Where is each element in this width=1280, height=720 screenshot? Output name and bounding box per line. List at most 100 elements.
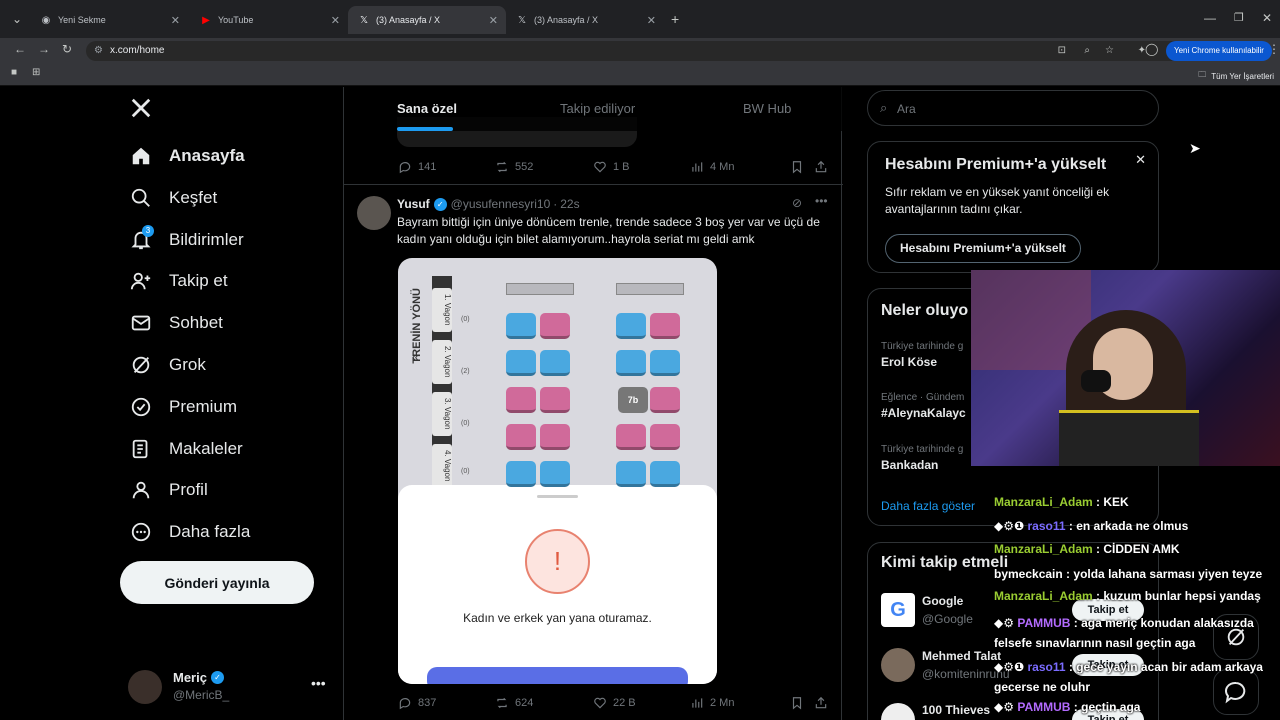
- seat[interactable]: [506, 461, 536, 487]
- bookmark-button[interactable]: [790, 160, 810, 174]
- like-button[interactable]: 1 B: [593, 160, 630, 174]
- bookmark-app-icon[interactable]: ■: [11, 67, 17, 78]
- address-bar[interactable]: ⚙ x.com/home ⊡ ⌕ ☆ ✦ ≡: [86, 41, 1186, 61]
- all-bookmarks-button[interactable]: 🗀 Tüm Yer İşaretleri: [1198, 69, 1274, 83]
- share-button[interactable]: [814, 696, 834, 710]
- seat[interactable]: [540, 350, 570, 376]
- close-icon[interactable]: ✕: [331, 14, 340, 27]
- seat[interactable]: [540, 424, 570, 450]
- repost-button[interactable]: 552: [495, 160, 533, 174]
- tab-search-icon[interactable]: ⌄: [12, 12, 22, 26]
- seat[interactable]: [650, 350, 680, 376]
- seat-7b[interactable]: 7b: [618, 387, 648, 413]
- repost-button[interactable]: 624: [495, 696, 533, 710]
- seat[interactable]: [616, 350, 646, 376]
- suggestion-name[interactable]: Google: [922, 594, 963, 608]
- tab-following[interactable]: Takip ediliyor: [560, 101, 635, 116]
- close-icon[interactable]: ✕: [171, 14, 180, 27]
- show-more-link[interactable]: Daha fazla göster: [881, 499, 975, 513]
- wagon-2[interactable]: 2. Vagon: [432, 340, 452, 384]
- nav-item-home[interactable]: Anasayfa: [130, 142, 245, 170]
- seat[interactable]: [540, 387, 570, 413]
- nav-item-profile[interactable]: Profil: [130, 476, 208, 504]
- reload-icon[interactable]: ↻: [62, 42, 72, 56]
- share-button[interactable]: [814, 160, 834, 174]
- drag-handle[interactable]: [537, 495, 578, 498]
- close-icon[interactable]: ✕: [489, 14, 498, 27]
- trend-item[interactable]: Türkiye tarihinde g Erol Köse: [881, 341, 963, 369]
- x-logo-icon[interactable]: [130, 97, 152, 124]
- update-chrome-button[interactable]: Yeni Chrome kullanılabilir: [1166, 41, 1272, 61]
- post-author-handle[interactable]: @yusufennesyri10: [451, 197, 551, 211]
- nav-item-explore[interactable]: Keşfet: [130, 184, 217, 212]
- apps-grid-icon[interactable]: ⊞: [32, 67, 40, 78]
- trend-item[interactable]: Türkiye tarihinde g Bankadan: [881, 444, 963, 472]
- kebab-menu-icon[interactable]: ⋮: [1268, 42, 1280, 56]
- suggestion-name[interactable]: 100 Thieves: [922, 703, 990, 717]
- dialog-ok-button[interactable]: [427, 667, 688, 684]
- tab-youtube[interactable]: ▶ YouTube ✕: [190, 6, 348, 34]
- seat[interactable]: [616, 424, 646, 450]
- tab-x-home-active[interactable]: 𝕏 (3) Anasayfa / X ✕: [348, 6, 506, 34]
- seat[interactable]: [650, 424, 680, 450]
- seat[interactable]: [616, 461, 646, 487]
- seat[interactable]: [506, 424, 536, 450]
- seat[interactable]: [540, 313, 570, 339]
- seat[interactable]: [506, 350, 536, 376]
- forward-arrow-icon[interactable]: →: [38, 42, 50, 56]
- views-button[interactable]: 2 Mn: [690, 696, 734, 710]
- bookmark-star-icon[interactable]: ☆: [1105, 41, 1114, 61]
- window-close-icon[interactable]: ✕: [1262, 11, 1272, 25]
- views-button[interactable]: 4 Mn: [690, 160, 734, 174]
- nav-item-messages[interactable]: Sohbet: [130, 309, 223, 337]
- bookmark-button[interactable]: [790, 696, 810, 710]
- minimize-icon[interactable]: —: [1204, 11, 1216, 25]
- restore-icon[interactable]: ❐: [1234, 11, 1244, 24]
- premium-upgrade-button[interactable]: Hesabını Premium+'a yükselt: [885, 234, 1081, 263]
- install-app-icon[interactable]: ⊡: [1058, 41, 1066, 61]
- seat[interactable]: [616, 313, 646, 339]
- new-tab-plus-icon[interactable]: +: [671, 11, 679, 27]
- google-logo-icon[interactable]: G: [881, 593, 915, 627]
- tab-for-you[interactable]: Sana özel: [397, 101, 457, 116]
- avatar[interactable]: [881, 648, 915, 682]
- nav-item-premium[interactable]: Premium: [130, 393, 237, 421]
- close-icon[interactable]: ✕: [647, 14, 656, 27]
- back-arrow-icon[interactable]: ←: [14, 42, 26, 56]
- seat[interactable]: [650, 387, 680, 413]
- seat[interactable]: [650, 313, 680, 339]
- seat[interactable]: [506, 313, 536, 339]
- wagon-1[interactable]: 1. Vagon: [432, 288, 452, 332]
- seat[interactable]: [540, 461, 570, 487]
- avatar[interactable]: [881, 703, 915, 720]
- nav-item-more[interactable]: Daha fazla: [130, 518, 250, 546]
- reply-button[interactable]: 837: [398, 696, 436, 710]
- zoom-icon[interactable]: ⌕: [1084, 41, 1090, 61]
- suggestion-name[interactable]: Mehmed Talat: [922, 649, 1001, 663]
- nav-item-notifications[interactable]: 3 Bildirimler: [130, 225, 244, 254]
- post-author-name[interactable]: Yusuf: [397, 197, 430, 211]
- post-avatar[interactable]: [357, 196, 391, 230]
- nav-item-articles[interactable]: Makaleler: [130, 435, 243, 463]
- tab-bw-hub[interactable]: BW Hub: [743, 101, 791, 116]
- grok-icon[interactable]: ⊘: [792, 196, 802, 210]
- nav-item-follow[interactable]: Takip et: [130, 267, 228, 295]
- post-image[interactable]: TRENİN YÖNÜ « 1. Vagon 2. Vagon 3. Vagon…: [398, 258, 717, 684]
- tab-new-tab[interactable]: ◉ Yeni Sekme ✕: [30, 6, 188, 34]
- post-time[interactable]: 22s: [560, 197, 579, 211]
- more-options-icon[interactable]: •••: [815, 194, 828, 208]
- wagon-4[interactable]: 4. Vagon: [432, 444, 452, 488]
- tab-x-home[interactable]: 𝕏 (3) Anasayfa / X ✕: [506, 6, 664, 34]
- close-icon[interactable]: ✕: [1135, 152, 1146, 168]
- seat[interactable]: [506, 387, 536, 413]
- seat[interactable]: [650, 461, 680, 487]
- reply-button[interactable]: 141: [398, 160, 436, 174]
- more-options-icon[interactable]: •••: [311, 675, 326, 691]
- post-button[interactable]: Gönderi yayınla: [120, 561, 314, 604]
- site-info-icon[interactable]: ⚙: [94, 41, 103, 61]
- account-switcher[interactable]: Meriç ✓ @MericB_ •••: [128, 667, 328, 707]
- like-button[interactable]: 22 B: [593, 696, 636, 710]
- trend-item[interactable]: Eğlence · Gündem #AleynaKalayc: [881, 392, 966, 420]
- search-box[interactable]: ⌕ Ara: [867, 90, 1159, 126]
- wagon-3[interactable]: 3. Vagon: [432, 392, 452, 436]
